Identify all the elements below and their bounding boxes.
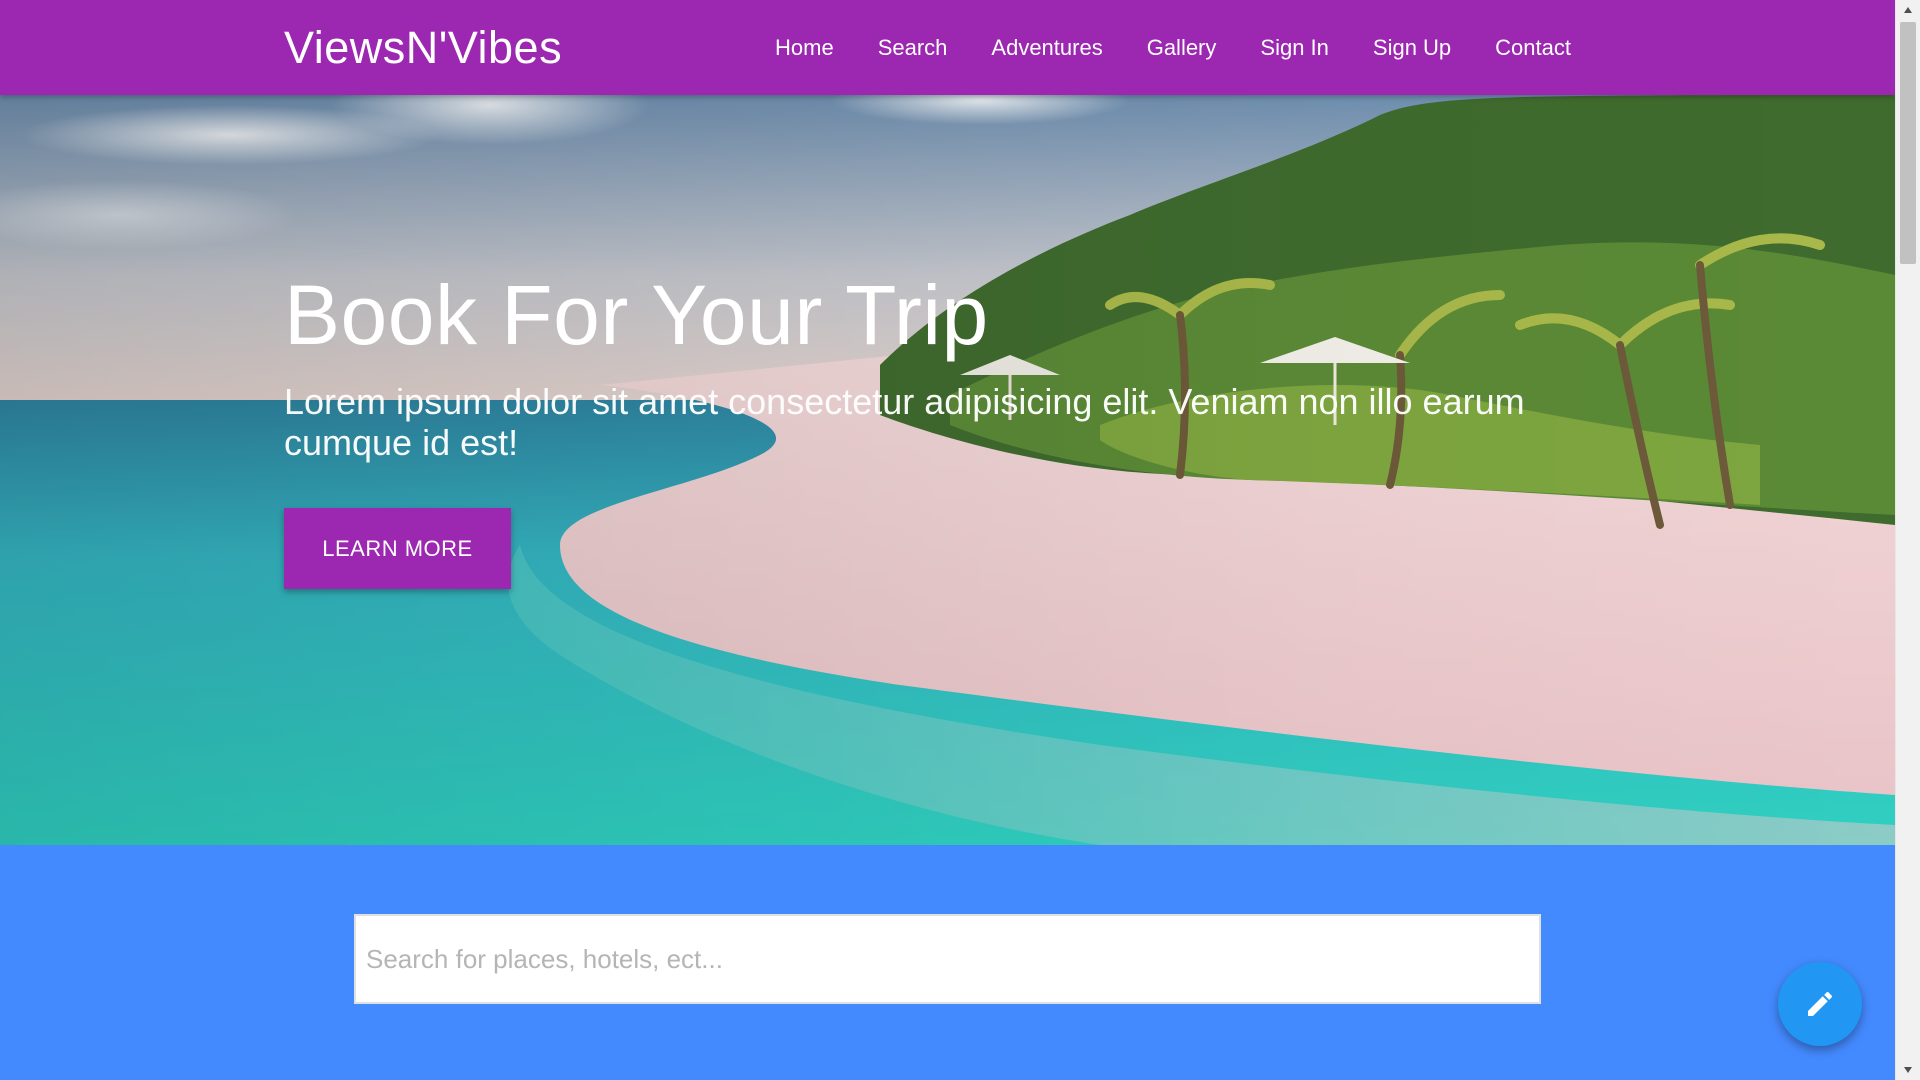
hero-background-image bbox=[0, 95, 1895, 845]
hero-subtitle: Lorem ipsum dolor sit amet consectetur a… bbox=[284, 381, 1525, 463]
hero-section: Book For Your Trip Lorem ipsum dolor sit… bbox=[0, 95, 1895, 845]
search-input[interactable] bbox=[354, 914, 1541, 1004]
search-section bbox=[0, 845, 1895, 1080]
nav-link-adventures[interactable]: Adventures bbox=[969, 0, 1124, 95]
scroll-down-arrow-icon[interactable] bbox=[1896, 1060, 1920, 1080]
nav-link-contact[interactable]: Contact bbox=[1473, 0, 1593, 95]
navbar: ViewsN'Vibes Home Search Adventures Gall… bbox=[0, 0, 1895, 95]
nav-links: Home Search Adventures Gallery Sign In S… bbox=[753, 0, 1593, 95]
nav-link-sign-in[interactable]: Sign In bbox=[1238, 0, 1351, 95]
learn-more-button[interactable]: LEARN MORE bbox=[284, 508, 511, 589]
hero-title: Book For Your Trip bbox=[284, 268, 989, 362]
scroll-up-arrow-icon[interactable] bbox=[1896, 0, 1920, 20]
brand-logo[interactable]: ViewsN'Vibes bbox=[284, 22, 562, 74]
nav-link-gallery[interactable]: Gallery bbox=[1125, 0, 1239, 95]
scrollbar-thumb[interactable] bbox=[1900, 22, 1916, 264]
page: ViewsN'Vibes Home Search Adventures Gall… bbox=[0, 0, 1920, 1080]
nav-link-home[interactable]: Home bbox=[753, 0, 856, 95]
edit-fab-button[interactable] bbox=[1778, 962, 1862, 1046]
nav-link-search[interactable]: Search bbox=[856, 0, 970, 95]
pencil-icon bbox=[1808, 991, 1833, 1016]
vertical-scrollbar[interactable] bbox=[1895, 0, 1920, 1080]
viewport: ViewsN'Vibes Home Search Adventures Gall… bbox=[0, 0, 1895, 1080]
nav-link-sign-up[interactable]: Sign Up bbox=[1351, 0, 1473, 95]
